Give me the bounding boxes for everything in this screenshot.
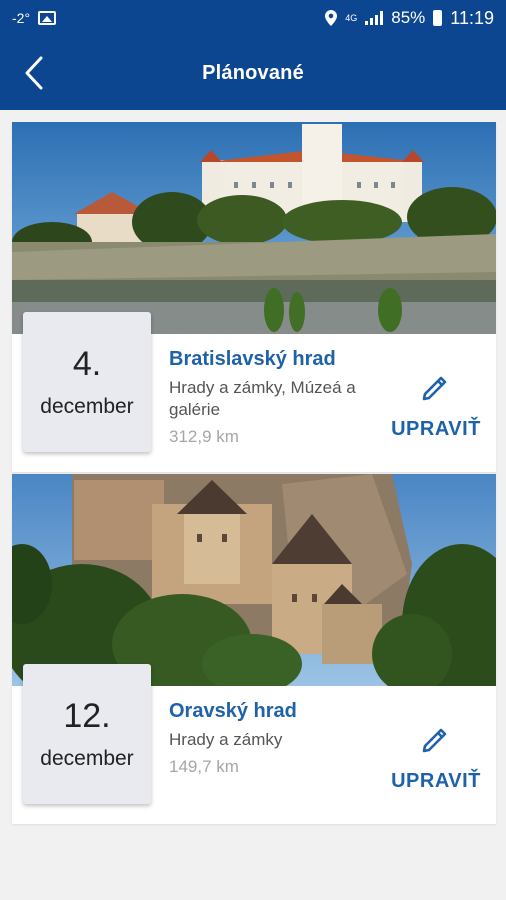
app-bar: Plánované xyxy=(0,36,506,110)
back-button[interactable] xyxy=(14,53,54,93)
page-title: Plánované xyxy=(202,61,304,84)
planned-trips-list: 4. december Bratislavský hrad Hrady a zá… xyxy=(12,122,496,826)
trip-day: 4. xyxy=(72,345,102,383)
place-category: Hrady a zámky xyxy=(169,730,283,749)
status-left: -2° xyxy=(12,10,57,26)
trip-card[interactable]: 12. december Oravský hrad Hrady a zámky … xyxy=(12,474,496,824)
trip-date: 12. december xyxy=(23,664,151,804)
trip-card[interactable]: 4. december Bratislavský hrad Hrady a zá… xyxy=(12,122,496,472)
battery-percent: 85% xyxy=(391,8,426,27)
edit-button[interactable]: UPRAVIŤ xyxy=(388,722,484,802)
chevron-left-icon xyxy=(25,56,43,90)
edit-button[interactable]: UPRAVIŤ xyxy=(388,370,484,450)
status-bar: -2° 4G 85% 11:19 xyxy=(0,0,506,36)
trip-info: Bratislavský hrad Hrady a zámky, Múzeá a… xyxy=(169,348,369,447)
trip-info: Oravský hrad Hrady a zámky 149,7 km xyxy=(169,700,369,777)
location-icon xyxy=(325,10,338,26)
edit-label: UPRAVIŤ xyxy=(391,418,481,440)
gallery-notification-icon xyxy=(38,11,57,25)
place-name[interactable]: Oravský hrad xyxy=(169,700,369,723)
status-temperature: -2° xyxy=(12,10,31,26)
pencil-icon xyxy=(422,376,447,401)
signal-icon xyxy=(365,11,384,25)
network-type: 4G xyxy=(345,12,358,23)
trip-month: december xyxy=(40,395,134,418)
trip-date: 4. december xyxy=(23,312,151,452)
battery-icon xyxy=(433,10,443,26)
status-right: 4G 85% 11:19 xyxy=(325,8,494,29)
place-name[interactable]: Bratislavský hrad xyxy=(169,348,369,371)
trip-month: december xyxy=(40,747,134,770)
place-distance: 149,7 km xyxy=(169,757,239,776)
trip-image-orava-castle xyxy=(12,474,496,686)
status-time: 11:19 xyxy=(450,7,494,28)
trip-image-bratislava-castle xyxy=(12,122,496,334)
place-distance: 312,9 km xyxy=(169,427,239,446)
edit-label: UPRAVIŤ xyxy=(391,770,481,792)
trip-day: 12. xyxy=(63,697,111,735)
pencil-icon xyxy=(422,728,447,753)
place-category: Hrady a zámky, Múzeá a galérie xyxy=(169,378,356,419)
